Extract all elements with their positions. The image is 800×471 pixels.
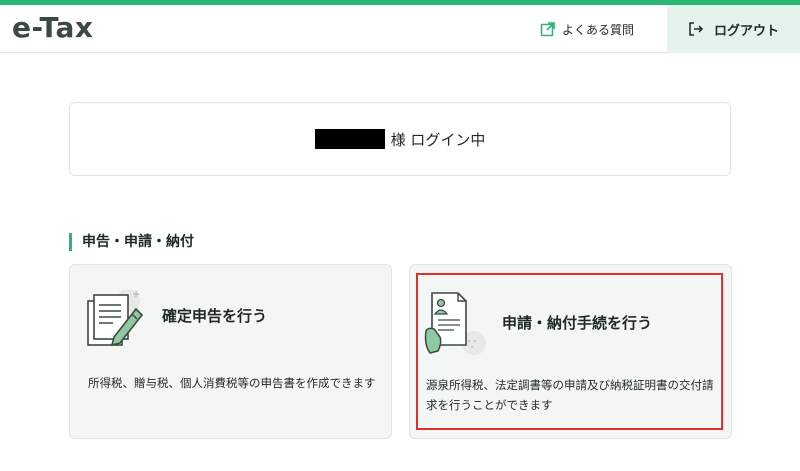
logout-label: ログアウト [713, 23, 779, 39]
redacted-user-name [314, 129, 385, 149]
header: e-Tax よくある質問 ログアウト [0, 5, 800, 53]
document-person-hand-icon [424, 287, 488, 359]
card-description: 所得税、贈与税、個人消費税等の申告書を作成できます [88, 376, 376, 390]
card-application-payment[interactable]: 申請・納付手続を行う 源泉所得税、法定調書等の申請及び納税証明書の交付請求を行う… [409, 264, 732, 439]
external-link-icon [540, 21, 556, 37]
card-title: 申請・納付手続を行う [502, 314, 653, 332]
logout-icon [688, 21, 704, 37]
document-pen-icon [84, 287, 148, 359]
card-title: 確定申告を行う [162, 307, 268, 325]
login-status-text: 様 ログイン中 [390, 130, 486, 149]
card-tax-return[interactable]: 確定申告を行う 所得税、贈与税、個人消費税等の申告書を作成できます [69, 264, 392, 439]
etax-logo[interactable]: e-Tax [12, 11, 93, 44]
section-title: 申告・申請・納付 [69, 233, 194, 251]
faq-link[interactable]: よくある質問 [540, 5, 658, 53]
card-description: 源泉所得税、法定調書等の申請及び納税証明書の交付請求を行うことができます [426, 378, 714, 412]
faq-label: よくある質問 [562, 22, 635, 37]
logout-button[interactable]: ログアウト [667, 5, 800, 53]
login-status-card: 様 ログイン中 [69, 102, 731, 176]
